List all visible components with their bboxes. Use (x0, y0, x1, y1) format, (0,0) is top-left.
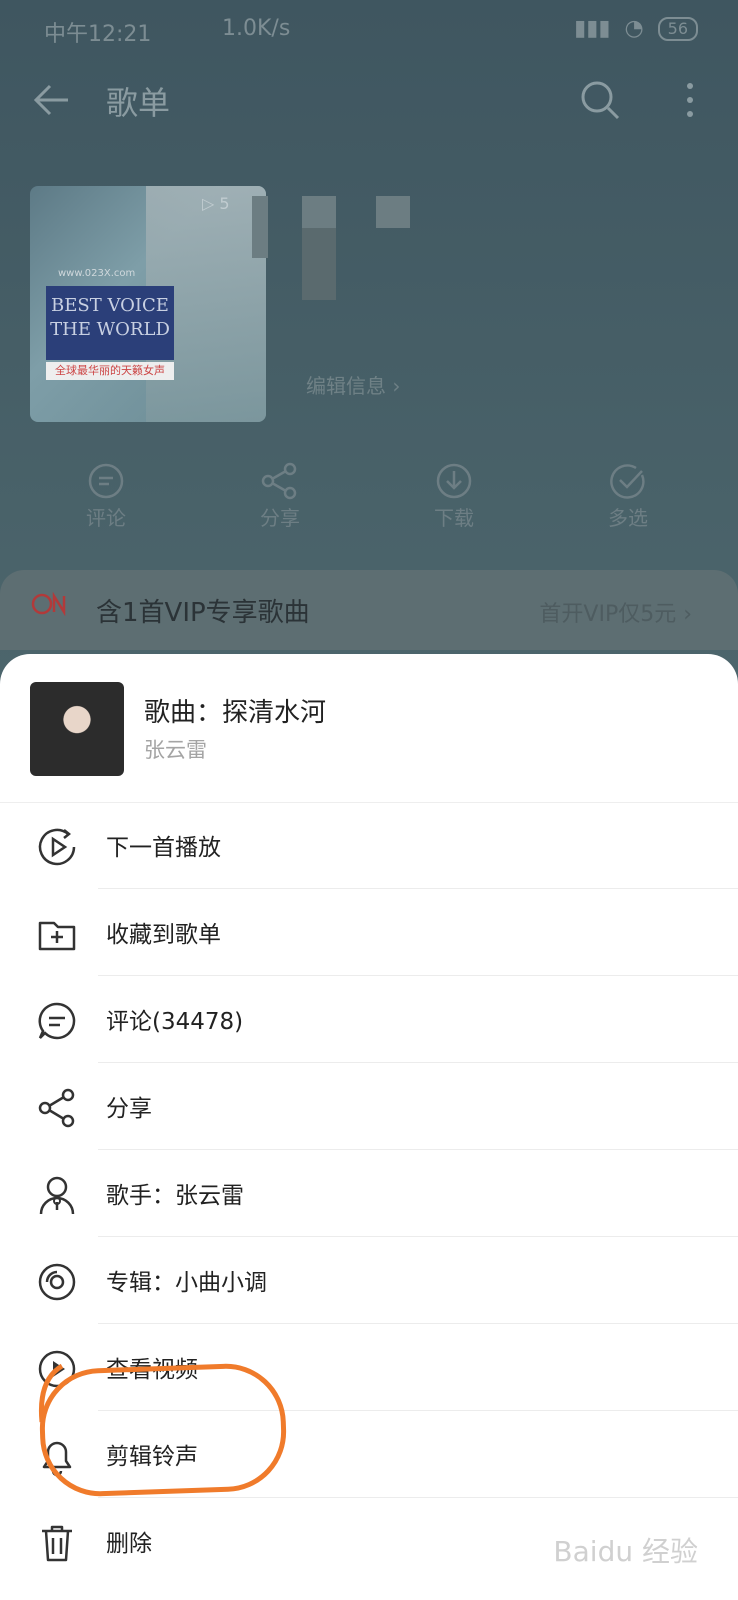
play-count: ▷ 5 (202, 194, 230, 213)
menu-item-label: 专辑：小曲小调 (106, 1270, 267, 1296)
play-next-icon (36, 826, 78, 868)
menu-item-comment[interactable]: 评论(34478) (0, 976, 738, 1063)
status-speed: 1.0K/s (222, 16, 291, 41)
vip-cta[interactable]: 首开VIP仅5元 › (539, 596, 692, 628)
wifi-icon: ◔ (624, 16, 644, 41)
signal-icon: ▮▮▮ (574, 16, 611, 41)
song-artist: 张云雷 (144, 738, 207, 762)
back-icon[interactable] (30, 78, 74, 126)
battery-icon: 56 (657, 16, 698, 41)
comment-icon (36, 1000, 78, 1042)
menu-item-label: 歌手：张云雷 (106, 1183, 244, 1209)
add-to-playlist-icon (36, 913, 78, 955)
action-label: 下载 (434, 506, 474, 530)
menu-item-label: 评论(34478) (106, 1009, 244, 1035)
edit-info-link[interactable]: 编辑信息 › (306, 370, 400, 399)
menu-item-label: 删除 (106, 1531, 152, 1557)
download-icon (414, 460, 494, 502)
trash-icon (36, 1522, 78, 1564)
page-title: 歌单 (106, 84, 171, 122)
singer-icon (36, 1174, 78, 1216)
share-icon (240, 460, 320, 502)
vip-logo-icon (30, 591, 68, 622)
menu-item-singer[interactable]: 歌手：张云雷 (0, 1150, 738, 1237)
cover-subtitle: 全球最华丽的天籁女声 (46, 362, 174, 380)
multiselect-icon (588, 460, 668, 502)
menu-item-label: 收藏到歌单 (106, 922, 221, 948)
cover-site-text: www.023X.com (58, 268, 136, 279)
comment-icon (66, 460, 146, 502)
menu-item-album[interactable]: 专辑：小曲小调 (0, 1237, 738, 1324)
playlist-actions: 评论 分享 下载 多选 (0, 460, 738, 540)
action-share[interactable]: 分享 (240, 460, 320, 531)
action-comment[interactable]: 评论 (66, 460, 146, 531)
menu-item-play-next[interactable]: 下一首播放 (0, 802, 738, 889)
annotation-arrow-tail (38, 1363, 64, 1423)
cover-title: BEST VOICE THE WORLD (46, 286, 174, 360)
vip-label: 含1首VIP专享歌曲 (96, 598, 310, 628)
vip-banner[interactable]: 含1首VIP专享歌曲 首开VIP仅5元 › (0, 570, 738, 650)
song-thumbnail (30, 682, 124, 776)
menu-item-label: 下一首播放 (106, 835, 221, 861)
song-title: 歌曲：探清水河 (144, 698, 327, 728)
search-icon[interactable] (578, 78, 622, 126)
baidu-jingyan-watermark: Baidu 经验 (553, 1535, 698, 1568)
highlight-circle-annotation (37, 1361, 289, 1499)
action-download[interactable]: 下载 (414, 460, 494, 531)
action-multiselect[interactable]: 多选 (588, 460, 668, 531)
album-icon (36, 1261, 78, 1303)
action-label: 分享 (260, 506, 300, 530)
action-label: 评论 (86, 506, 126, 530)
app-bar: 歌单 (0, 70, 738, 130)
action-label: 多选 (608, 506, 648, 530)
song-header: 歌曲：探清水河 张云雷 (0, 654, 738, 803)
playlist-cover[interactable]: ▷ 5 www.023X.com BEST VOICE THE WORLD 全球… (30, 186, 266, 422)
menu-item-add-to-playlist[interactable]: 收藏到歌单 (0, 889, 738, 976)
menu-item-label: 分享 (106, 1096, 152, 1122)
more-icon[interactable] (680, 78, 700, 126)
share-icon (36, 1087, 78, 1129)
status-bar: 中午12:21 1.0K/s ▮▮▮ ◔ 56 (0, 0, 738, 60)
status-time: 中午12:21 (44, 22, 152, 47)
menu-item-share[interactable]: 分享 (0, 1063, 738, 1150)
